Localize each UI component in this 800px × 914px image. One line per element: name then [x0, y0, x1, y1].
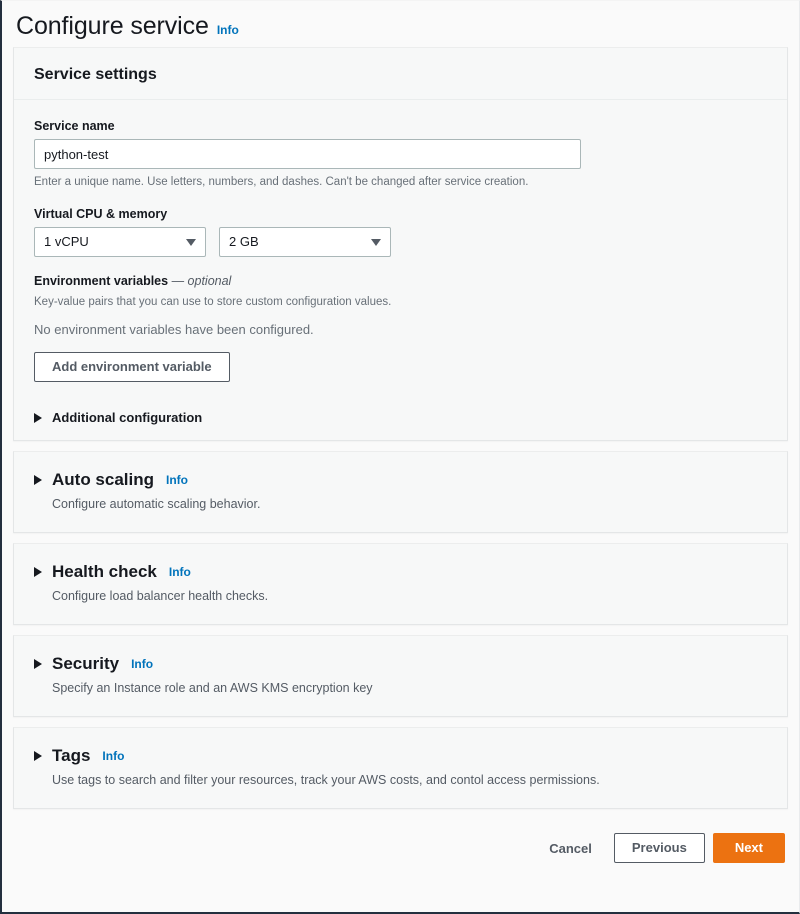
cancel-button[interactable]: Cancel [535, 833, 606, 863]
security-toggle[interactable]: Security Info [34, 653, 767, 675]
page-title: Configure service [16, 12, 209, 40]
service-name-label: Service name [34, 119, 115, 133]
chevron-right-icon [34, 475, 42, 485]
add-environment-variable-button[interactable]: Add environment variable [34, 352, 230, 382]
auto-scaling-panel: Auto scaling Info Configure automatic sc… [13, 451, 788, 533]
tags-toggle[interactable]: Tags Info [34, 745, 767, 767]
cpu-memory-field: Virtual CPU & memory 1 vCPU 2 GB [34, 206, 767, 257]
previous-button[interactable]: Previous [613, 833, 705, 863]
security-title: Security [52, 654, 120, 673]
auto-scaling-toggle[interactable]: Auto scaling Info [34, 469, 767, 491]
cpu-memory-label: Virtual CPU & memory [34, 207, 168, 221]
security-description: Specify an Instance role and an AWS KMS … [52, 681, 373, 695]
chevron-right-icon [34, 412, 42, 423]
tags-info-link[interactable]: Info [102, 749, 124, 763]
environment-variables-description: Key-value pairs that you can use to stor… [34, 296, 392, 308]
next-button[interactable]: Next [712, 833, 785, 863]
environment-variables-field: Environment variables — optional Key-val… [34, 273, 767, 382]
security-info-link[interactable]: Info [131, 657, 153, 671]
health-check-body: Health check Info Configure load balance… [14, 544, 787, 624]
service-settings-body: Service name Enter a unique name. Use le… [14, 100, 787, 440]
service-settings-title: Service settings [34, 66, 157, 83]
environment-variables-empty-state: No environment variables have been confi… [34, 322, 314, 337]
security-body: Security Info Specify an Instance role a… [14, 636, 787, 716]
auto-scaling-info-link[interactable]: Info [166, 473, 188, 487]
health-check-title: Health check [52, 562, 157, 581]
health-check-info-link[interactable]: Info [169, 565, 191, 579]
service-name-field: Service name Enter a unique name. Use le… [34, 118, 767, 190]
service-name-hint: Enter a unique name. Use letters, number… [34, 176, 529, 188]
memory-select[interactable]: 2 GB [219, 227, 391, 257]
tags-title: Tags [52, 746, 91, 765]
tags-panel: Tags Info Use tags to search and filter … [13, 727, 788, 809]
health-check-toggle[interactable]: Health check Info [34, 561, 767, 583]
chevron-down-icon [371, 238, 381, 246]
tags-body: Tags Info Use tags to search and filter … [14, 728, 787, 808]
configure-service-page: Configure service Info Service settings … [0, 0, 800, 914]
tags-description: Use tags to search and filter your resou… [52, 773, 600, 787]
chevron-right-icon [34, 659, 42, 669]
health-check-panel: Health check Info Configure load balance… [13, 543, 788, 625]
chevron-right-icon [34, 567, 42, 577]
auto-scaling-body: Auto scaling Info Configure automatic sc… [14, 452, 787, 532]
chevron-down-icon [186, 238, 196, 246]
auto-scaling-description: Configure automatic scaling behavior. [52, 497, 261, 511]
environment-variables-label: Environment variables — optional [34, 273, 767, 289]
service-settings-panel: Service settings Service name Enter a un… [13, 47, 788, 441]
additional-configuration-toggle[interactable]: Additional configuration [34, 409, 767, 426]
security-panel: Security Info Specify an Instance role a… [13, 635, 788, 717]
health-check-description: Configure load balancer health checks. [52, 589, 269, 603]
wizard-footer-actions: Cancel Previous Next [2, 819, 799, 863]
memory-select-value: 2 GB [229, 234, 259, 249]
service-name-input[interactable] [34, 139, 581, 169]
service-settings-header: Service settings [14, 48, 787, 100]
additional-configuration-label: Additional configuration [52, 410, 203, 425]
vcpu-select-value: 1 vCPU [44, 234, 89, 249]
page-info-link[interactable]: Info [217, 23, 239, 37]
environment-variables-optional-tag: — optional [171, 274, 232, 288]
cpu-memory-select-row: 1 vCPU 2 GB [34, 227, 767, 257]
auto-scaling-title: Auto scaling [52, 470, 155, 489]
environment-variables-label-text: Environment variables [34, 274, 169, 288]
chevron-right-icon [34, 751, 42, 761]
page-header: Configure service Info [2, 1, 799, 47]
vcpu-select[interactable]: 1 vCPU [34, 227, 206, 257]
